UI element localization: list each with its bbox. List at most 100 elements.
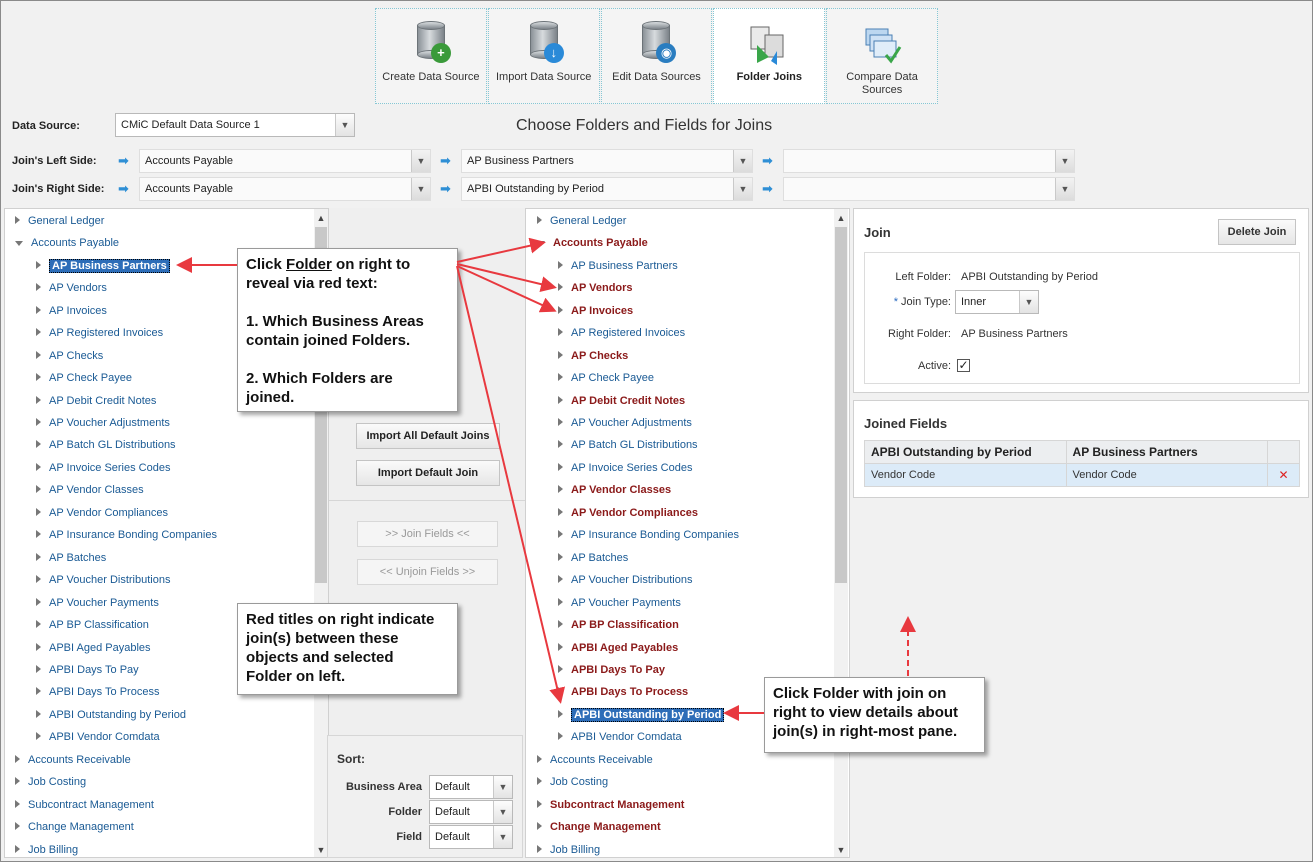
tree-folder[interactable]: AP Checks <box>558 348 628 364</box>
collapsed-arrow-icon[interactable] <box>558 440 563 448</box>
tree-folder[interactable]: AP Vendor Compliances <box>558 505 698 521</box>
collapsed-arrow-icon[interactable] <box>36 440 41 448</box>
tree-folder[interactable]: APBI Days To Process <box>36 684 159 700</box>
collapsed-arrow-icon[interactable] <box>15 755 20 763</box>
tree-folder[interactable]: APBI Vendor Comdata <box>558 729 682 745</box>
tree-folder[interactable]: AP Vendor Classes <box>558 482 671 498</box>
join-right-area-select[interactable]: Accounts Payable ▼ <box>139 177 431 201</box>
collapsed-arrow-icon[interactable] <box>558 418 563 426</box>
collapsed-arrow-icon[interactable] <box>36 463 41 471</box>
collapsed-arrow-icon[interactable] <box>36 351 41 359</box>
tree-folder[interactable]: AP Batch GL Distributions <box>36 437 176 453</box>
tree-folder[interactable]: AP Check Payee <box>558 370 654 386</box>
tree-folder[interactable]: AP Vendors <box>558 280 633 296</box>
sort-business-area-select[interactable]: Default ▼ <box>429 775 513 799</box>
join-left-area-select[interactable]: Accounts Payable ▼ <box>139 149 431 173</box>
collapsed-arrow-icon[interactable] <box>15 845 20 853</box>
edit-data-sources-button[interactable]: ◉ Edit Data Sources <box>600 8 713 104</box>
collapsed-arrow-icon[interactable] <box>558 283 563 291</box>
collapsed-arrow-icon[interactable] <box>15 216 20 224</box>
tree-folder[interactable]: AP Voucher Distributions <box>36 572 170 588</box>
tree-business-area[interactable]: Job Billing <box>537 842 600 858</box>
collapsed-arrow-icon[interactable] <box>36 598 41 606</box>
tree-folder[interactable]: AP Invoice Series Codes <box>558 460 692 476</box>
tree-folder[interactable]: AP Voucher Adjustments <box>36 415 170 431</box>
tree-folder[interactable]: AP Voucher Payments <box>36 595 159 611</box>
collapsed-arrow-icon[interactable] <box>36 418 41 426</box>
collapsed-arrow-icon[interactable] <box>36 553 41 561</box>
tree-folder[interactable]: APBI Outstanding by Period <box>36 707 186 723</box>
tree-folder[interactable]: AP Batches <box>558 550 628 566</box>
tree-folder[interactable]: AP Check Payee <box>36 370 132 386</box>
tree-folder[interactable]: APBI Vendor Comdata <box>36 729 160 745</box>
tree-folder[interactable]: AP Debit Credit Notes <box>36 393 156 409</box>
collapsed-arrow-icon[interactable] <box>36 485 41 493</box>
collapsed-arrow-icon[interactable] <box>36 710 41 718</box>
unjoin-fields-button[interactable]: << Unjoin Fields >> <box>357 559 498 585</box>
collapsed-arrow-icon[interactable] <box>36 687 41 695</box>
sort-folder-select[interactable]: Default ▼ <box>429 800 513 824</box>
tree-folder[interactable]: AP BP Classification <box>558 617 679 633</box>
collapsed-arrow-icon[interactable] <box>558 306 563 314</box>
delete-join-button[interactable]: Delete Join <box>1218 219 1296 245</box>
collapsed-arrow-icon[interactable] <box>558 553 563 561</box>
tree-folder[interactable]: AP Vendor Compliances <box>36 505 168 521</box>
tree-folder[interactable]: APBI Days To Process <box>558 684 688 700</box>
collapsed-arrow-icon[interactable] <box>558 396 563 404</box>
tree-folder[interactable]: AP Invoices <box>36 303 107 319</box>
tree-business-area[interactable]: General Ledger <box>15 213 104 229</box>
tree-business-area[interactable]: Change Management <box>15 819 134 835</box>
tree-business-area[interactable]: Change Management <box>537 819 661 835</box>
tree-folder[interactable]: AP Batch GL Distributions <box>558 437 698 453</box>
join-fields-button[interactable]: >> Join Fields << <box>357 521 498 547</box>
collapsed-arrow-icon[interactable] <box>558 665 563 673</box>
collapsed-arrow-icon[interactable] <box>558 687 563 695</box>
collapsed-arrow-icon[interactable] <box>537 822 542 830</box>
collapsed-arrow-icon[interactable] <box>558 508 563 516</box>
expanded-arrow-icon[interactable] <box>15 241 23 246</box>
tree-folder[interactable]: AP Voucher Adjustments <box>558 415 692 431</box>
collapsed-arrow-icon[interactable] <box>558 328 563 336</box>
tree-folder[interactable]: AP BP Classification <box>36 617 149 633</box>
tree-folder[interactable]: APBI Days To Pay <box>36 662 139 678</box>
collapsed-arrow-icon[interactable] <box>36 575 41 583</box>
collapsed-arrow-icon[interactable] <box>36 665 41 673</box>
import-default-join-button[interactable]: Import Default Join <box>356 460 500 486</box>
tree-business-area[interactable]: Job Costing <box>537 774 608 790</box>
compare-data-sources-button[interactable]: Compare Data Sources <box>826 8 938 104</box>
tree-folder[interactable]: AP Business Partners <box>558 258 678 274</box>
join-left-field-select[interactable]: ▼ <box>783 149 1075 173</box>
tree-folder[interactable]: AP Vendor Classes <box>36 482 144 498</box>
tree-business-area[interactable]: Accounts Payable <box>15 235 119 251</box>
collapsed-arrow-icon[interactable] <box>36 283 41 291</box>
tree-folder[interactable]: AP Insurance Bonding Companies <box>558 527 739 543</box>
tree-folder[interactable]: AP Voucher Distributions <box>558 572 692 588</box>
tree-folder[interactable]: AP Batches <box>36 550 106 566</box>
tree-folder[interactable]: AP Business Partners <box>36 258 170 274</box>
collapsed-arrow-icon[interactable] <box>558 351 563 359</box>
collapsed-arrow-icon[interactable] <box>36 306 41 314</box>
collapsed-arrow-icon[interactable] <box>36 530 41 538</box>
collapsed-arrow-icon[interactable] <box>558 530 563 538</box>
import-all-default-joins-button[interactable]: Import All Default Joins <box>356 423 500 449</box>
collapsed-arrow-icon[interactable] <box>558 373 563 381</box>
tree-business-area[interactable]: Job Costing <box>15 774 86 790</box>
collapsed-arrow-icon[interactable] <box>15 777 20 785</box>
tree-folder[interactable]: AP Checks <box>36 348 103 364</box>
collapsed-arrow-icon[interactable] <box>36 396 41 404</box>
collapsed-arrow-icon[interactable] <box>36 508 41 516</box>
import-data-source-button[interactable]: ↓ Import Data Source <box>487 8 600 104</box>
collapsed-arrow-icon[interactable] <box>36 373 41 381</box>
collapsed-arrow-icon[interactable] <box>537 777 542 785</box>
join-right-folder-select[interactable]: APBI Outstanding by Period ▼ <box>461 177 753 201</box>
collapsed-arrow-icon[interactable] <box>558 463 563 471</box>
collapsed-arrow-icon[interactable] <box>537 800 542 808</box>
tree-business-area[interactable]: Accounts Payable <box>537 235 648 251</box>
tree-folder[interactable]: AP Registered Invoices <box>36 325 163 341</box>
tree-business-area[interactable]: Job Billing <box>15 842 78 858</box>
tree-folder[interactable]: AP Voucher Payments <box>558 595 681 611</box>
tree-folder[interactable]: AP Invoices <box>558 303 633 319</box>
collapsed-arrow-icon[interactable] <box>36 328 41 336</box>
data-source-select[interactable]: CMiC Default Data Source 1 ▼ <box>115 113 355 137</box>
tree-folder[interactable]: AP Registered Invoices <box>558 325 685 341</box>
